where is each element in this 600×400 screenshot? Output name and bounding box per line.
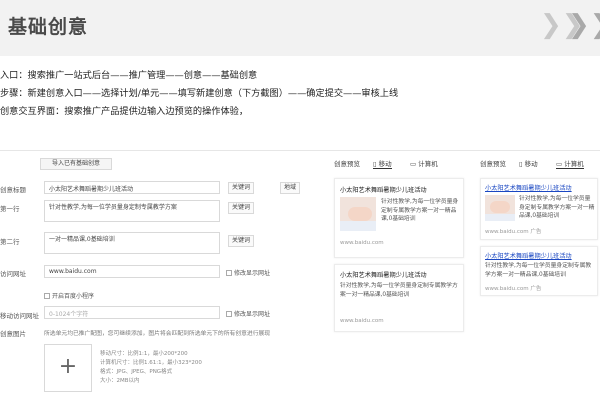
line1-input[interactable]: 针对性教学,为每一位学员量身定制专属教学方案 [44, 200, 220, 222]
line2-label: 第二行 [0, 238, 20, 246]
card-title: 小太阳艺术舞蹈暑期少儿班活动 [340, 187, 427, 194]
title-input[interactable]: 小太阳艺术舞蹈暑期少儿班活动 [44, 181, 220, 194]
card-desc: 针对性教学,为每一位学员量身定制专属教学方案一对一精品课,0基础培训 [381, 199, 459, 222]
title-label: 创意标题 [0, 186, 26, 194]
card-title: 小太阳艺术舞蹈暑期少儿班活动 [340, 272, 427, 279]
checkbox-label: 修改显示网址 [234, 311, 271, 318]
mini-program-checkbox[interactable]: 开启百度小程序 [44, 291, 94, 300]
card-url: www.baidu.com [340, 240, 384, 246]
url-text: www.baidu.com [485, 286, 529, 292]
tab-mobile[interactable]: ▯ 移动 [373, 158, 392, 169]
mobile-icon: ▯ [519, 160, 523, 168]
tab-label: 移动 [378, 160, 392, 168]
card-url: www.baidu.com [340, 318, 384, 324]
card-url: www.baidu.com 广告 [485, 284, 541, 292]
tab-mobile[interactable]: ▯ 移动 [519, 158, 538, 168]
image-hint: 所选单元均已推广配图，您可继续添加，图片将会匹配到所选单元下的所有创意进行展现 [44, 331, 271, 337]
preview-label: 创意预览 [480, 160, 506, 168]
region-button[interactable]: 地域 [280, 182, 301, 194]
checkbox-label: 开启百度小程序 [52, 293, 95, 300]
tab-label: 计算机 [418, 160, 438, 168]
line1-label: 第一行 [0, 205, 20, 213]
mobile-url-label: 移动访问网址 [0, 312, 39, 320]
card-desc: 针对性教学,为每一位学员量身定制专属教学方案一对一精品课,0基础培训 [519, 196, 595, 219]
card-desc: 针对性教学,为每一位学员量身定制专属教学方案一对一精品课,0基础培训 [340, 283, 458, 298]
spec-line: 计算机尺寸：比例1.61:1，最小323*200 [100, 360, 202, 366]
import-existing-button[interactable]: 导入已有基础创意 [40, 158, 112, 170]
page-title: 基础创意 [8, 16, 89, 38]
visit-url-label: 访问网址 [0, 270, 26, 278]
tab-label: 计算机 [564, 160, 584, 168]
spec-line: 格式：JPG、JPEG、PNG格式 [100, 369, 173, 375]
intro-steps: 步骤：新建创意入口——选择计划/单元——填写新建创意（下方截图）——确定提交——… [0, 88, 399, 99]
spec-line: 大小：2MB以内 [100, 378, 140, 384]
line2-input[interactable]: 一对一精品课,0基础培训 [44, 232, 220, 254]
url-text: www.baidu.com [485, 229, 529, 235]
baby-image [485, 195, 515, 221]
keyword-button[interactable]: 关键词 [228, 182, 255, 194]
ad-label: 广告 [530, 229, 542, 235]
page-header: 基础创意 ❯❯ ❯❯ [0, 0, 600, 56]
modify-display-url-checkbox[interactable]: 修改显示网址 [226, 268, 270, 277]
monitor-icon: ▭ [556, 160, 563, 168]
plus-icon[interactable]: + [44, 344, 92, 392]
visit-url-input[interactable]: www.baidu.com [44, 265, 220, 278]
spec-line: 移动尺寸：比例1:1，最小200*200 [100, 351, 188, 357]
intro-text: 入口：搜索推广一站式后台——推广管理——创意——基础创意 步骤：新建创意入口——… [0, 67, 398, 121]
intro-entry: 入口：搜索推广一站式后台——推广管理——创意——基础创意 [0, 70, 258, 81]
tab-label: 移动 [524, 160, 538, 168]
image-label: 创意图片 [0, 330, 26, 338]
mobile-icon: ▯ [373, 160, 377, 168]
baby-image [340, 197, 376, 231]
card-title-link[interactable]: 小太阳艺术舞蹈暑期少儿班活动 [485, 251, 572, 260]
image-specs: 移动尺寸：比例1:1，最小200*200 计算机尺寸：比例1.61:1，最小32… [100, 350, 202, 386]
card-desc: 针对性教学,为每一位学员量身定制专属教学方案一对一精品课,0基础培训 [485, 263, 592, 278]
preview-label: 创意预览 [334, 160, 360, 168]
tab-pc[interactable]: ▭ 计算机 [556, 158, 584, 169]
keyword-button[interactable]: 关键词 [228, 235, 255, 247]
ad-label: 广告 [530, 286, 542, 292]
modify-display-url-checkbox[interactable]: 修改显示网址 [226, 309, 270, 318]
card-url: www.baidu.com 广告 [485, 227, 541, 235]
keyword-button[interactable]: 关键词 [228, 202, 255, 214]
monitor-icon: ▭ [410, 160, 417, 168]
intro-interface: 创意交互界面：搜索推广产品提供边输入边预览的操作体验， [0, 106, 249, 117]
checkbox-label: 修改显示网址 [234, 270, 271, 277]
card-title-link[interactable]: 小太阳艺术舞蹈暑期少儿班活动 [485, 183, 572, 192]
mobile-url-input[interactable]: 0-1024个字符 [44, 306, 220, 319]
chevron-right-icon: ❯❯ [568, 10, 600, 40]
tab-pc[interactable]: ▭ 计算机 [410, 158, 438, 168]
